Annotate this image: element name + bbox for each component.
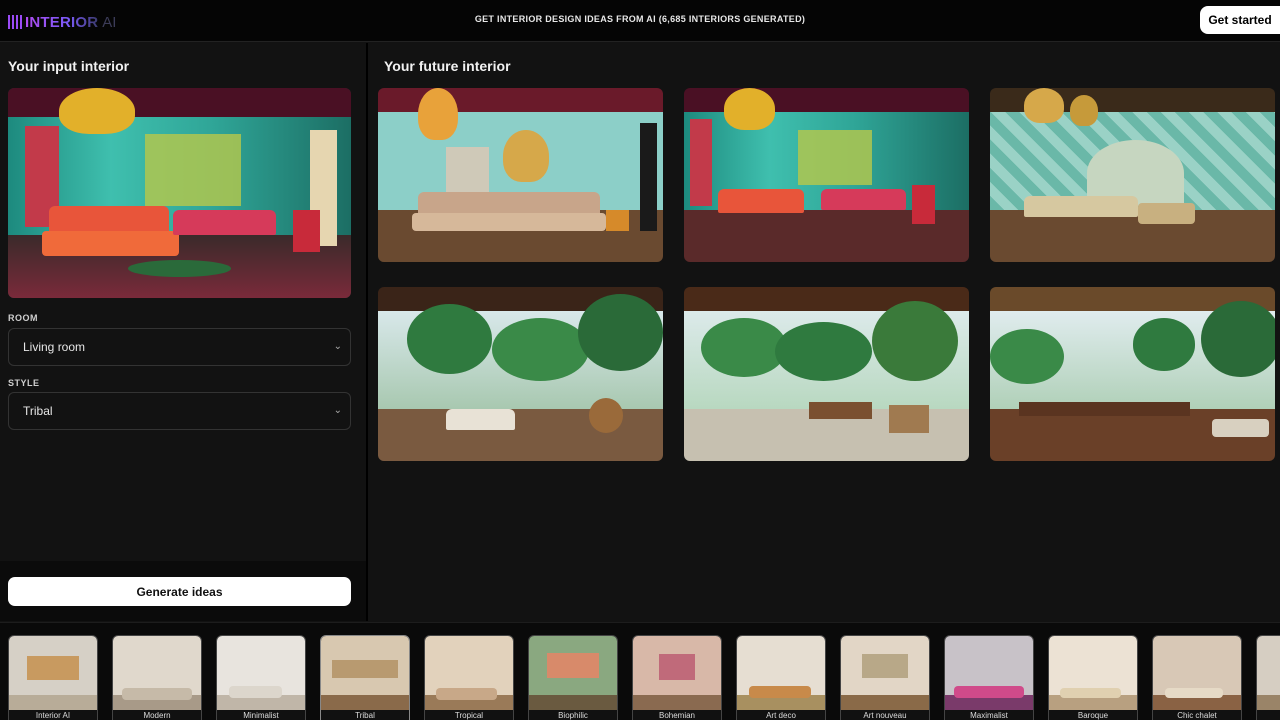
generate-ideas-button[interactable]: Generate ideas [8,577,351,606]
chevron-down-icon: ⌄ [333,341,342,352]
chevron-down-icon: ⌄ [333,405,342,416]
style-thumb-biophilic[interactable]: Biophilic [528,635,618,720]
style-strip: Interior AI Modern Minimalist Tribal Tro… [0,622,1280,720]
style-thumb-maximalist[interactable]: Maximalist [944,635,1034,720]
input-interior-image[interactable] [8,88,351,298]
style-select-value: Tribal [23,404,53,418]
generated-image-6[interactable] [990,287,1275,461]
tagline: GET INTERIOR DESIGN IDEAS FROM AI (6,685… [474,14,806,24]
style-thumb-label: Interior AI [9,710,97,720]
style-thumb-label: Maximalist [945,710,1033,720]
style-thumb-label: Minimalist [217,710,305,720]
style-thumb-label: Biophilic [529,710,617,720]
style-thumb-label: Tropical [425,710,513,720]
style-thumb-minimalist[interactable]: Minimalist [216,635,306,720]
header: INTERIOR AI GET INTERIOR DESIGN IDEAS FR… [0,0,1280,42]
style-thumb-baroque[interactable]: Baroque [1048,635,1138,720]
style-thumb-label: Tribal [321,710,409,720]
style-thumb-modern[interactable]: Modern [112,635,202,720]
room-select[interactable]: Living room ⌄ [8,328,351,366]
style-label: STYLE [8,378,40,388]
style-thumb-art-deco[interactable]: Art deco [736,635,826,720]
style-thumb-label: Modern [113,710,201,720]
style-thumb-interior-ai[interactable]: Interior AI [8,635,98,720]
style-thumb-tribal[interactable]: Tribal [320,635,410,720]
input-interior-title: Your input interior [8,58,130,74]
style-thumb-tropical[interactable]: Tropical [424,635,514,720]
generated-image-4[interactable] [378,287,663,461]
style-thumb-chic-chalet[interactable]: Chic chalet [1152,635,1242,720]
future-interior-title: Your future interior [384,58,511,74]
generated-image-3[interactable] [990,88,1275,262]
style-thumb-label: Art nouveau [841,710,929,720]
style-thumb-partial[interactable] [1256,635,1280,720]
room-label: ROOM [8,313,38,323]
style-thumb-label: Art deco [737,710,825,720]
room-select-value: Living room [23,340,86,354]
style-thumb-label: Bohemian [633,710,721,720]
generated-image-2[interactable] [684,88,969,262]
style-thumb-label [1257,710,1280,720]
style-select[interactable]: Tribal ⌄ [8,392,351,430]
style-thumb-bohemian[interactable]: Bohemian [632,635,722,720]
generated-image-1[interactable] [378,88,663,262]
get-started-button[interactable]: Get started [1200,6,1280,34]
style-thumb-label: Chic chalet [1153,710,1241,720]
style-thumb-art-nouveau[interactable]: Art nouveau [840,635,930,720]
generated-image-5[interactable] [684,287,969,461]
style-thumb-label: Baroque [1049,710,1137,720]
